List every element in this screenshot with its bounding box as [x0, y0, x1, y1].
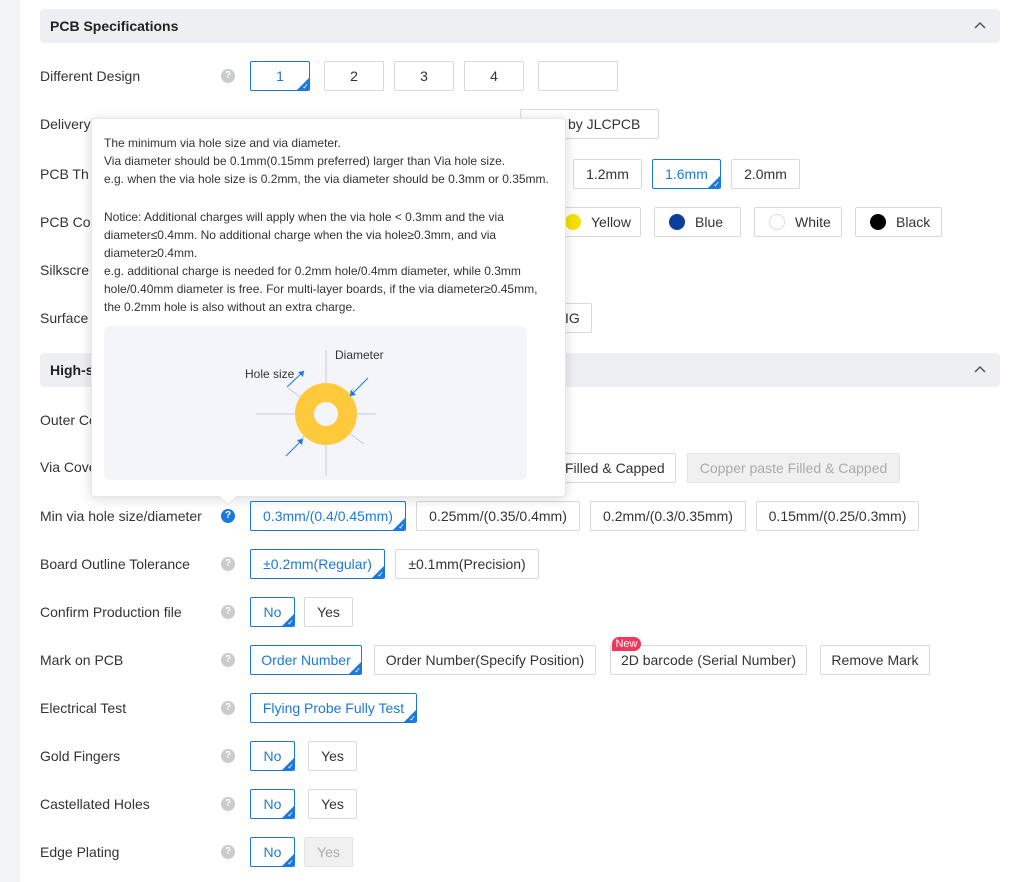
- color-swatch-white: [769, 214, 785, 230]
- option-design-3[interactable]: 3: [394, 61, 454, 91]
- via-hole: [314, 402, 338, 426]
- help-icon[interactable]: ?: [221, 605, 235, 619]
- label-confirm-production: Confirm Production file: [40, 604, 182, 620]
- label-via-covering: Via Cove: [40, 459, 97, 475]
- option-color-blue[interactable]: Blue: [654, 207, 741, 237]
- tooltip-line: diameter≤0.4mm. No additional charge whe…: [104, 228, 497, 242]
- via-help-tooltip: The minimum via hole size and via diamet…: [91, 118, 566, 506]
- diagram-label-diameter: Diameter: [335, 348, 384, 362]
- option-confirm-no[interactable]: No: [250, 597, 295, 627]
- section-title: High-s: [50, 362, 94, 378]
- tooltip-line: The minimum via hole size and via diamet…: [104, 136, 341, 150]
- option-via-0.25[interactable]: 0.25mm/(0.35/0.4mm): [416, 501, 580, 531]
- option-label: IG: [565, 310, 580, 326]
- label-surface-finish: Surface: [40, 310, 89, 326]
- via-diagram: Diameter Hole size: [104, 326, 527, 480]
- new-badge: New: [612, 637, 641, 651]
- option-color-white[interactable]: White: [754, 207, 842, 237]
- option-gold-yes[interactable]: Yes: [308, 741, 357, 771]
- diagram-label-hole-size: Hole size: [245, 367, 295, 381]
- option-mark-order-number[interactable]: Order Number: [250, 645, 362, 675]
- option-design-4[interactable]: 4: [464, 61, 524, 91]
- option-color-black[interactable]: Black: [855, 207, 942, 237]
- label-pcb-color: PCB Co: [40, 214, 91, 230]
- label-min-via: Min via hole size/diameter: [40, 508, 202, 524]
- help-icon[interactable]: ?: [221, 509, 235, 523]
- color-label: Black: [896, 214, 931, 230]
- help-icon[interactable]: ?: [221, 749, 235, 763]
- color-swatch-yellow: [565, 214, 581, 230]
- option-mark-remove[interactable]: Remove Mark: [820, 645, 930, 675]
- help-icon[interactable]: ?: [221, 797, 235, 811]
- label-outer-copper: Outer Co: [40, 412, 97, 428]
- label-castellated: Castellated Holes: [40, 796, 150, 812]
- label-gold-fingers: Gold Fingers: [40, 748, 121, 764]
- option-flying-probe[interactable]: Flying Probe Fully Test: [250, 693, 417, 723]
- label-edge-plating: Edge Plating: [40, 844, 120, 860]
- help-icon[interactable]: ?: [221, 701, 235, 715]
- color-swatch-blue: [669, 214, 685, 230]
- option-outline-regular[interactable]: ±0.2mm(Regular): [250, 549, 385, 579]
- color-swatch-black: [870, 214, 886, 230]
- option-edge-no[interactable]: No: [250, 837, 295, 867]
- option-mark-2d-barcode[interactable]: 2D barcode (Serial Number): [610, 645, 807, 675]
- tooltip-line: the 0.2mm hole is also without an extra …: [104, 300, 356, 314]
- option-via-copper-paste: Copper paste Filled & Capped: [687, 453, 900, 483]
- label-board-outline: Board Outline Tolerance: [40, 556, 190, 572]
- design-count-input[interactable]: [538, 61, 618, 91]
- option-edge-yes: Yes: [304, 837, 353, 867]
- color-label: Blue: [695, 214, 724, 230]
- help-icon[interactable]: ?: [221, 845, 235, 859]
- tooltip-line: diameter≥0.4mm.: [104, 246, 198, 260]
- help-icon[interactable]: ?: [221, 653, 235, 667]
- help-icon[interactable]: ?: [221, 557, 235, 571]
- tooltip-line: e.g. when the via hole size is 0.2mm, th…: [104, 172, 549, 186]
- tooltip-line: e.g. additional charge is needed for 0.2…: [104, 264, 521, 278]
- color-label: White: [795, 214, 831, 230]
- tooltip-line: Via diameter should be 0.1mm(0.15mm pref…: [104, 154, 506, 168]
- help-icon[interactable]: ?: [221, 69, 235, 83]
- option-gold-no[interactable]: No: [250, 741, 295, 771]
- option-mark-specify-position[interactable]: Order Number(Specify Position): [374, 645, 596, 675]
- option-outline-precision[interactable]: ±0.1mm(Precision): [395, 549, 539, 579]
- option-castellated-yes[interactable]: Yes: [308, 789, 357, 819]
- label-pcb-thickness: PCB Th: [40, 166, 89, 182]
- label-different-design: Different Design: [40, 68, 141, 84]
- option-thickness-2.0[interactable]: 2.0mm: [731, 159, 800, 189]
- option-castellated-no[interactable]: No: [250, 789, 295, 819]
- option-via-0.2[interactable]: 0.2mm/(0.3/0.35mm): [590, 501, 746, 531]
- option-design-2[interactable]: 2: [324, 61, 384, 91]
- label-silkscreen: Silkscre: [40, 262, 90, 278]
- label-electrical-test: Electrical Test: [40, 700, 127, 716]
- option-label: l by JLCPCB: [561, 116, 641, 132]
- chevron-up-icon[interactable]: [972, 362, 988, 378]
- via-diagram-svg: Diameter Hole size: [245, 348, 384, 476]
- color-label: Yellow: [591, 214, 631, 230]
- option-via-0.3[interactable]: 0.3mm/(0.4/0.45mm): [250, 501, 406, 531]
- section-title: PCB Specifications: [50, 18, 179, 34]
- option-design-1[interactable]: 1: [250, 61, 310, 91]
- option-thickness-1.2[interactable]: 1.2mm: [573, 159, 642, 189]
- tooltip-line: Notice: Additional charges will apply wh…: [104, 210, 504, 224]
- option-thickness-1.6[interactable]: 1.6mm: [652, 159, 721, 189]
- option-via-filled-capped[interactable]: Filled & Capped: [548, 453, 676, 483]
- option-confirm-yes[interactable]: Yes: [304, 597, 353, 627]
- chevron-up-icon[interactable]: [972, 18, 988, 34]
- section-header-pcb-specs[interactable]: PCB Specifications: [40, 9, 1000, 43]
- label-mark-on-pcb: Mark on PCB: [40, 652, 124, 668]
- tooltip-line: hole/0.40mm diameter is free. For multi-…: [104, 282, 538, 296]
- option-via-0.15[interactable]: 0.15mm/(0.25/0.3mm): [756, 501, 919, 531]
